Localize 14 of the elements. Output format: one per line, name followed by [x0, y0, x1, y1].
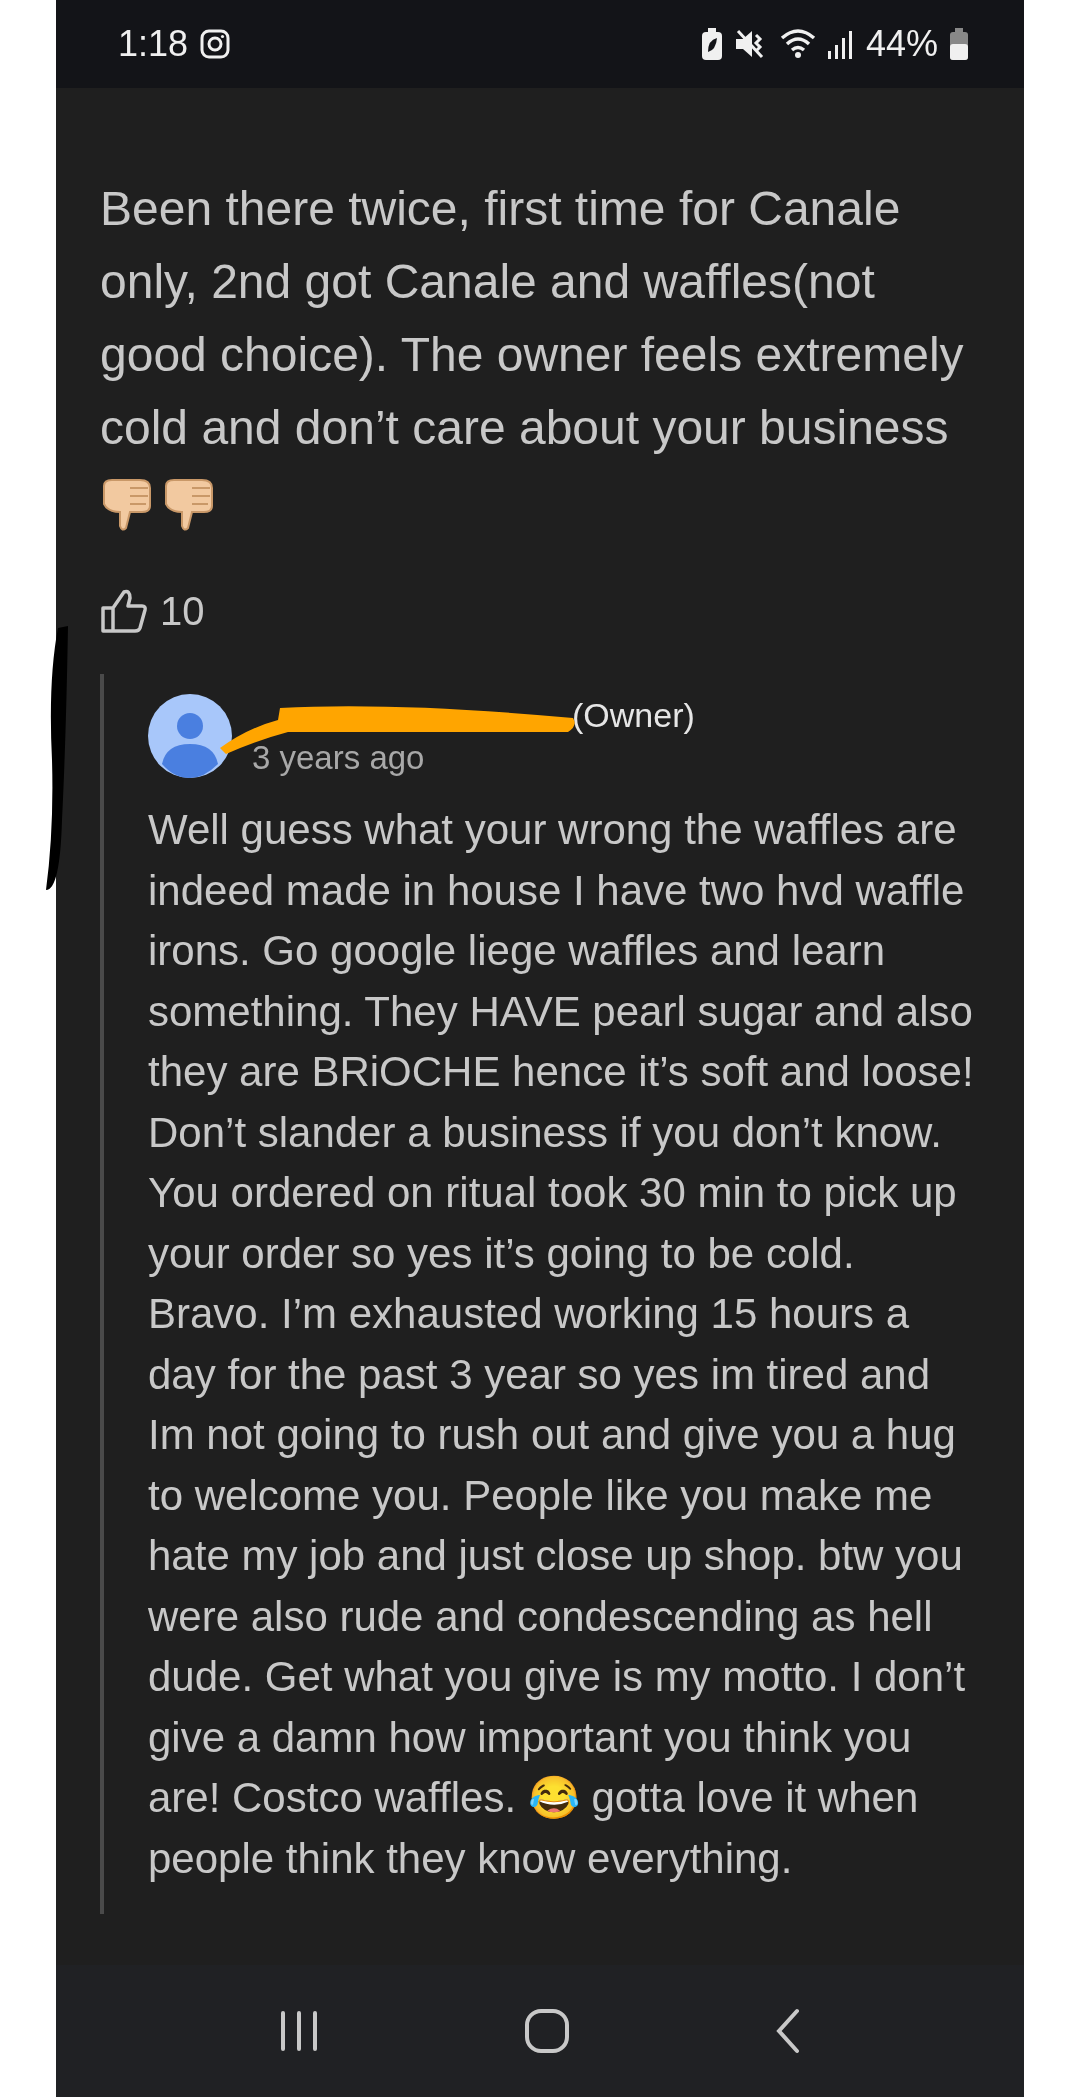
- status-time: 1:18: [118, 23, 189, 65]
- wifi-icon: [779, 28, 816, 60]
- thumbs-up-icon[interactable]: [100, 588, 148, 634]
- camera-icon: [200, 29, 231, 59]
- home-icon[interactable]: [523, 2007, 571, 2055]
- reply-text: Well guess what your wrong the waffles are indeed made in house I have two hvd waffle irons. Go google liege waffles and learn something. They HAVE pearl sugar and also they are BRiOCHE hence it’s soft and loose! Don’t slander a business if you don’t know. You ordered on ritual took 30 min to pick up your order so yes it’s going to be cold. Bravo. I’m exhausted working 15 hours a day for the past 3 year so yes im tired and Im not going to rush out and give you a hug to welcome you. People like you make me hate my job and just close up shop. btw you were also rude and condescending as hell dude. Get what you give is my motto. I don’t give a damn how important you think you are! Costco waffles. 😂 gotta love it when people think they know everything.: [148, 805, 975, 1884]
- battery-percent: 44%: [865, 23, 938, 65]
- signal-icon: [827, 29, 854, 59]
- battery-saver-icon: [701, 28, 722, 60]
- author-role: (Owner): [572, 695, 695, 735]
- like-count: 10: [160, 588, 205, 634]
- reply-time: 3 years ago: [252, 738, 426, 777]
- battery-icon: [950, 28, 968, 60]
- review-text: Been there twice, first time for Canale only, 2nd got Canale and waffles(not good choice). The owner feels extremely cold and don’t care about your business: [100, 181, 965, 456]
